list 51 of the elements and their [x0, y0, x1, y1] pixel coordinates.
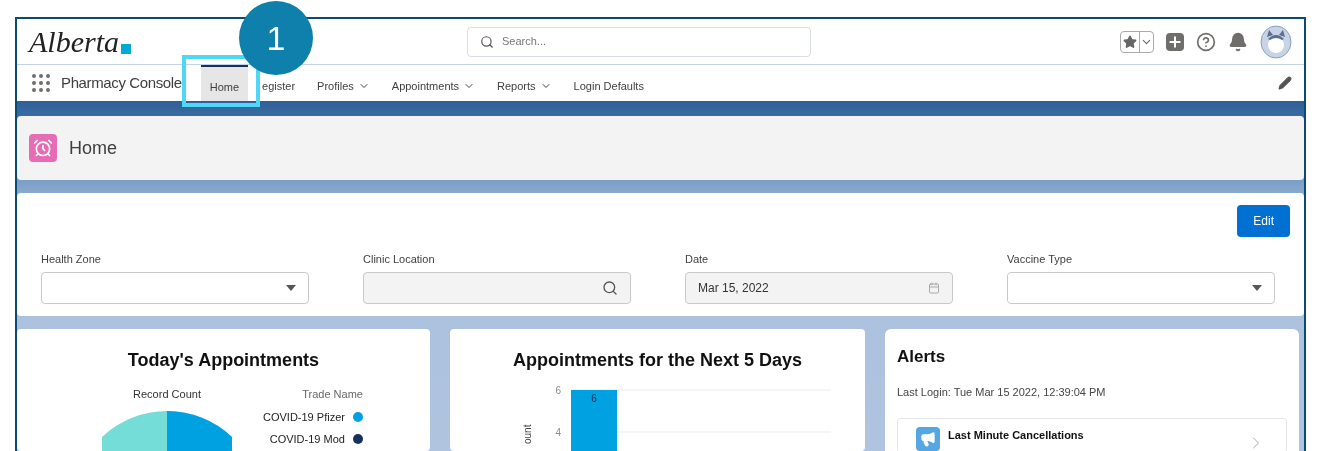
field-label: Date: [685, 252, 710, 267]
search-icon: [480, 34, 494, 49]
legend-label: COVID-19 Pfizer: [263, 409, 345, 425]
card-title: Appointments for the Next 5 Days: [512, 349, 802, 372]
field-label: Vaccine Type: [1007, 252, 1074, 267]
favorites-button[interactable]: [1120, 30, 1154, 53]
nav-tab[interactable]: Profiles: [309, 79, 378, 93]
avatar-icon[interactable]: [1260, 24, 1292, 59]
select-field[interactable]: [1007, 271, 1275, 304]
bar-value-label: 6: [591, 393, 597, 404]
nav-tab[interactable]: Login Defaults: [565, 79, 652, 93]
select-field[interactable]: [41, 271, 309, 304]
app-launcher-icon[interactable]: [29, 71, 53, 95]
plus-icon: [1167, 33, 1183, 50]
alberta-logo[interactable]: Alberta: [29, 26, 119, 57]
alert-title: Last Minute Cancellations: [948, 428, 1084, 443]
calendar-icon: [928, 281, 940, 294]
nav-tab[interactable]: Reports: [489, 79, 560, 93]
field-label: Clinic Location: [363, 252, 436, 267]
y-axis-label: ount: [521, 423, 534, 444]
step-callout: 1: [239, 1, 313, 75]
legend-label: COVID-19 Mod: [269, 432, 345, 447]
add-button[interactable]: [1166, 32, 1184, 51]
notifications-icon[interactable]: [1228, 31, 1248, 52]
dropdown-caret-icon: [1252, 284, 1262, 291]
logo-square-icon: [121, 43, 131, 54]
search-icon: [602, 279, 618, 296]
measure-label: Record Count: [133, 387, 201, 402]
nav-tab[interactable]: Appointments: [383, 79, 484, 93]
legend-title: Trade Name: [302, 387, 363, 402]
field-label: Health Zone: [41, 252, 102, 267]
caret-icon: [1139, 31, 1153, 52]
card-title: Today's Appointments: [127, 349, 320, 372]
dropdown-caret-icon: [286, 284, 296, 291]
home-page-icon: [29, 134, 57, 162]
help-icon[interactable]: [1196, 31, 1216, 52]
page-title: Home: [69, 136, 117, 160]
date-field[interactable]: Mar 15, 2022: [685, 271, 953, 304]
alert-item[interactable]: Last Minute Cancellations: [897, 418, 1287, 451]
nav-tab[interactable]: egister: [254, 79, 304, 93]
card-title: Alerts: [897, 346, 947, 368]
y-tick-label: 6: [555, 385, 561, 396]
search-field[interactable]: Search...: [467, 26, 811, 57]
lookup-field[interactable]: [363, 271, 631, 304]
nav-tab[interactable]: Home: [200, 65, 249, 101]
y-tick-label: 4: [555, 427, 561, 438]
edit-button[interactable]: Edit: [1237, 205, 1290, 237]
last-login-text: Last Login: Tue Mar 15 2022, 12:39:04 PM: [897, 384, 1107, 400]
edit-nav-icon[interactable]: [1278, 76, 1292, 90]
app-name: Pharmacy Console: [61, 72, 182, 93]
bar: [571, 390, 617, 451]
